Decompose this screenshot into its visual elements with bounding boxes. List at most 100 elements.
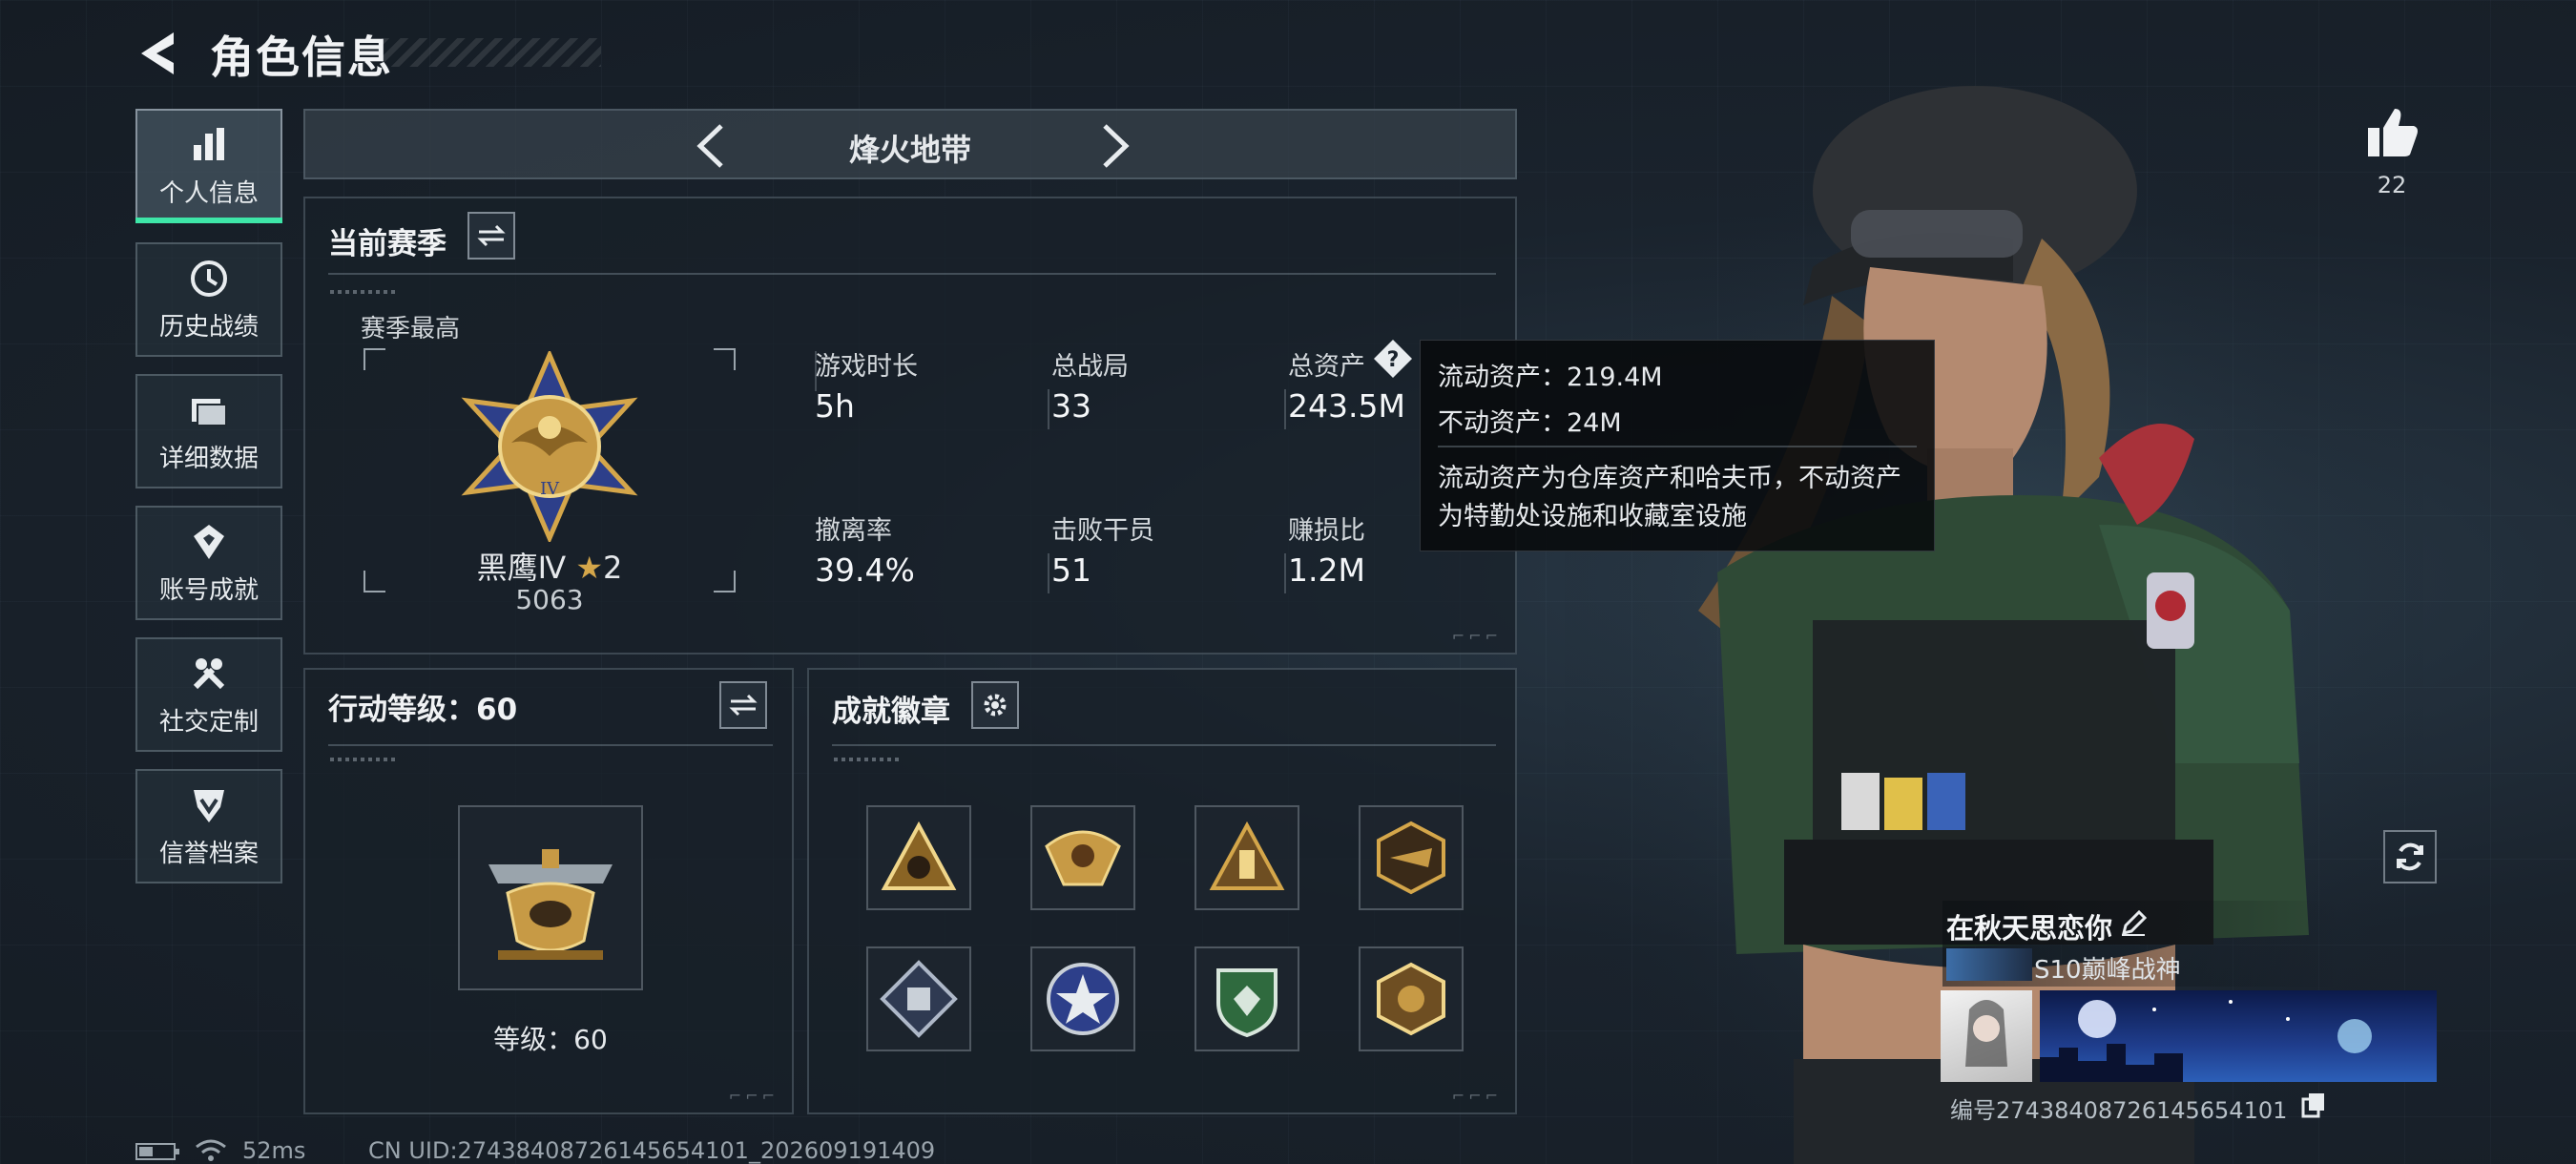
player-id: 编号2743840872614565410​1 [1950,1097,2288,1124]
title-decoration [382,38,601,67]
sidebar-item-label: 社交定制 [158,707,259,737]
folder-icon [192,398,227,426]
mode-title: 烽火地带 [848,132,971,168]
stat-value-total-assets: 243.5M [1288,387,1405,425]
decoration [330,758,397,761]
stat-label-profit-ratio: 赚损比 [1288,516,1365,546]
edit-pencil-icon[interactable] [2120,910,2147,937]
player-title: S10巅峰战神 [2034,956,2181,985]
badges-panel: 成就徽章 ⌐⌐⌐ [807,668,1517,1114]
svg-text:IV: IV [540,479,560,499]
divider [328,273,1496,275]
stat-label-total-assets: 总资产 [1288,352,1365,382]
soldier-badge-icon [1209,821,1285,890]
page-title: 角色信息 [210,31,393,83]
achievement-badge[interactable] [1195,946,1299,1051]
tooltip-desc-line-2: 为特勤处设施和收藏室设施 [1438,502,1747,531]
wings-badge-icon [1045,830,1121,886]
tooltip-liquid: 流动资产：219.4M [1438,363,1663,392]
achievement-badge[interactable] [866,805,971,910]
sidebar-item-social[interactable]: 社交定制 [135,637,282,752]
night-sky-illustration [2040,1000,2372,1082]
sidebar-item-label: 账号成就 [158,575,259,605]
sidebar-item-credit[interactable]: 信誉档案 [135,769,282,883]
refresh-icon [2397,842,2423,871]
like-count: 22 [2377,172,2407,198]
stat-label-extract-rate: 撤离率 [815,516,892,546]
achievement-badge[interactable] [1195,805,1299,910]
divider [1284,389,1286,429]
rank-emblem-icon: IV [461,351,638,542]
back-arrow-icon[interactable] [134,27,181,80]
wrench-icon [193,657,225,689]
rank-stars: 2 [603,550,623,586]
divider [1438,446,1917,447]
level-emblem-frame [458,805,643,990]
corner-decoration: ⌐⌐⌐ [1451,1087,1502,1105]
sidebar-item-detailed-data[interactable]: 详细数据 [135,374,282,488]
diamond-badge-icon [880,960,958,1038]
achievement-badge[interactable] [1030,946,1135,1051]
divider [1048,553,1049,593]
avatar[interactable] [1941,990,2032,1082]
stat-value-profit-ratio: 1.2M [1288,551,1365,589]
stat-value-extract-rate: 39.4% [815,551,915,589]
refresh-button[interactable] [2383,830,2437,883]
uid-label: CN UID:274384087261456541​01_20260919140… [368,1137,936,1164]
achievement-badge[interactable] [1359,805,1464,910]
sidebar-item-history[interactable]: 历史战绩 [135,242,282,357]
stat-label-playtime: 游戏时长 [815,352,918,382]
rank-name: 黑鹰Ⅳ [476,550,567,586]
badges-title: 成就徽章 [832,695,950,729]
triangle-badge-icon [881,821,957,890]
star-icon: ★ [575,550,604,586]
tooltip-desc-line-1: 流动资产为仓库资产和哈夫币，不动资产 [1438,464,1901,493]
achievement-badge[interactable] [1359,946,1464,1051]
sidebar-item-personal-info[interactable]: 个人信息 [135,109,282,223]
chevron-right-icon[interactable] [1095,122,1133,170]
title-banner-icon [1946,948,2032,981]
avatar-illustration [1965,1000,2007,1067]
profile-name-card: 在秋天思恋你 S10巅峰战神 [1942,901,2343,987]
stat-label-matches: 总战局 [1051,352,1129,382]
shield-badge-icon [1216,968,1278,1038]
level-caption: 等级：60 [493,1024,608,1055]
ping-label: 52ms [242,1137,306,1164]
star-badge-icon [1047,963,1119,1035]
swap-icon [477,224,506,247]
profile-banner [2040,990,2437,1082]
divider [328,744,773,746]
thumbs-up-icon[interactable] [2364,105,2420,158]
season-title: 当前赛季 [328,227,447,261]
player-nickname: 在秋天思恋你 [1946,912,2113,945]
sidebar-item-label: 信誉档案 [158,839,259,868]
season-switch-button[interactable] [467,212,515,260]
tooltip-fixed: 不动资产：24M [1438,408,1622,438]
stat-value-playtime: 5h [815,387,855,425]
divider [1284,553,1286,593]
decoration [834,758,901,761]
season-best-label: 赛季最高 [361,315,461,343]
clock-history-icon [191,260,227,297]
rank-score: 5063 [515,584,584,615]
badges-settings-button[interactable] [971,681,1019,729]
rank-name-row: 黑鹰Ⅳ ★2 [305,544,794,588]
stat-label-kills: 击败干员 [1051,516,1154,546]
assets-tooltip: 流动资产：219.4M 不动资产：24M 流动资产为仓库资产和哈夫币，不动资产 … [1420,340,1935,551]
divider [832,744,1496,746]
sidebar-item-achievements[interactable]: 账号成就 [135,506,282,620]
copy-icon[interactable] [2301,1091,2326,1118]
gear-icon [984,694,1007,717]
achievement-badge[interactable] [866,946,971,1051]
gold-hexagon-badge-icon [1377,962,1445,1036]
sidebar-item-label: 历史战绩 [158,312,259,342]
corner-decoration: ⌐⌐⌐ [728,1087,779,1105]
achievement-badge[interactable] [1030,805,1135,910]
level-panel: 行动等级：60 等级：60 ⌐⌐⌐ [303,668,794,1114]
helicopter-emblem-icon [488,849,613,960]
shield-check-icon [194,789,224,822]
help-icon[interactable]: ? [1372,338,1414,380]
sidebar-item-label: 个人信息 [158,178,259,208]
season-panel: 当前赛季 赛季最高 IV 黑鹰Ⅳ ★2 5063 游戏时长 5h 总战局 33 … [303,197,1517,655]
level-switch-button[interactable] [719,681,767,729]
